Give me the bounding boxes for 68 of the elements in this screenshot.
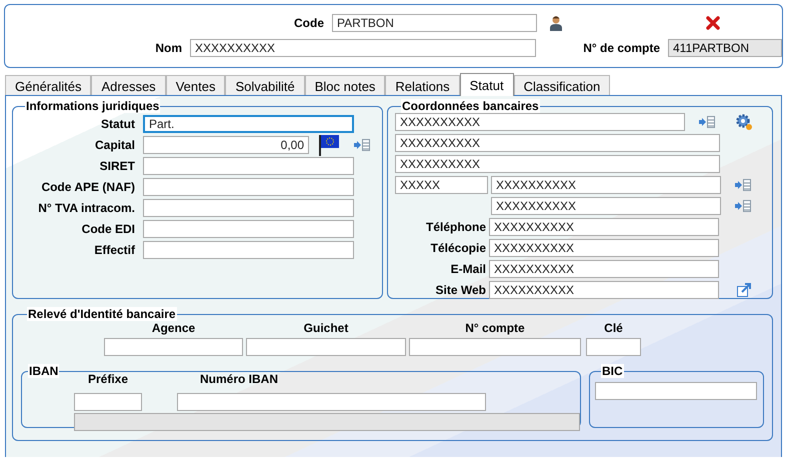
address-field[interactable]: XXXXXXXXXX bbox=[395, 134, 720, 152]
text-field[interactable] bbox=[143, 220, 354, 238]
text-field[interactable] bbox=[143, 157, 354, 175]
arrow-list-icon[interactable] bbox=[734, 178, 752, 192]
account-label: N° de compte bbox=[582, 41, 660, 55]
text-field[interactable]: Part. bbox=[143, 115, 354, 133]
bic-field[interactable] bbox=[595, 382, 757, 400]
contact-field[interactable]: XXXXXXXXXX bbox=[489, 281, 720, 299]
code-field[interactable]: PARTBON bbox=[332, 14, 537, 32]
group-title: Relevé d'Identité bancaire bbox=[27, 307, 177, 321]
tab[interactable]: Ventes bbox=[166, 75, 226, 95]
field-label: Statut bbox=[100, 117, 135, 131]
city-field[interactable]: XXXXXXXXXX bbox=[491, 176, 722, 194]
address-field[interactable]: XXXXXXXXXX bbox=[395, 113, 686, 131]
code-label: Code bbox=[293, 16, 324, 30]
external-link-icon[interactable] bbox=[736, 282, 752, 298]
text-field[interactable] bbox=[143, 178, 354, 196]
column-label: Guichet bbox=[302, 321, 350, 335]
tab[interactable]: Relations bbox=[385, 75, 460, 95]
arrow-list-icon[interactable] bbox=[353, 138, 371, 152]
postcode-field[interactable]: XXXXX bbox=[395, 176, 488, 194]
tab[interactable]: Adresses bbox=[91, 75, 166, 95]
group-title: IBAN bbox=[28, 364, 60, 378]
contact-field[interactable]: XXXXXXXXXX bbox=[489, 218, 720, 236]
tab[interactable]: Solvabilité bbox=[225, 75, 305, 95]
field-label: SIRET bbox=[98, 159, 135, 173]
text-field[interactable] bbox=[143, 241, 354, 259]
close-icon[interactable] bbox=[705, 15, 721, 31]
tab[interactable]: Bloc notes bbox=[304, 75, 386, 95]
column-label: N° compte bbox=[464, 321, 526, 335]
group-title: Informations juridiques bbox=[25, 99, 160, 113]
capital-field[interactable]: 0,00 bbox=[143, 136, 309, 154]
person-icon[interactable] bbox=[549, 15, 563, 31]
field-label: Code EDI bbox=[80, 222, 135, 236]
prefix-field[interactable] bbox=[74, 393, 142, 411]
arrow-list-icon[interactable] bbox=[698, 115, 716, 129]
contact-field[interactable]: XXXXXXXXXX bbox=[489, 239, 720, 257]
bank-code-field[interactable] bbox=[104, 338, 243, 356]
gear-icon[interactable] bbox=[735, 113, 754, 131]
field-label: E-Mail bbox=[450, 262, 486, 276]
iban-field[interactable] bbox=[177, 393, 486, 411]
field-label: Capital bbox=[94, 138, 135, 152]
arrow-list-icon[interactable] bbox=[734, 199, 752, 213]
text-field[interactable] bbox=[143, 199, 354, 217]
field-label: Téléphone bbox=[425, 220, 486, 234]
field-label: N° TVA intracom. bbox=[37, 201, 135, 215]
column-label: Agence bbox=[150, 321, 196, 335]
field-label: Site Web bbox=[434, 283, 486, 297]
tab[interactable]: Classification bbox=[514, 75, 610, 95]
nom-label: Nom bbox=[154, 41, 182, 55]
tab[interactable]: Statut bbox=[460, 73, 514, 96]
flag-icon[interactable] bbox=[318, 134, 340, 156]
iban-number-label: Numéro IBAN bbox=[200, 372, 278, 386]
city-field[interactable]: XXXXXXXXXX bbox=[491, 197, 722, 215]
address-field[interactable]: XXXXXXXXXX bbox=[395, 155, 720, 173]
bank-code-field[interactable] bbox=[409, 338, 581, 356]
field-label: Code APE (NAF) bbox=[40, 180, 135, 194]
group-title: BIC bbox=[601, 364, 624, 378]
column-label: Clé bbox=[603, 321, 624, 335]
prefix-label: Préfixe bbox=[88, 372, 130, 386]
field-label: Effectif bbox=[93, 243, 135, 257]
bank-code-field[interactable] bbox=[586, 338, 641, 356]
bank-code-field[interactable] bbox=[246, 338, 406, 356]
tab[interactable]: Généralités bbox=[5, 75, 92, 95]
field-label: Télécopie bbox=[430, 241, 486, 255]
nom-field[interactable]: XXXXXXXXXX bbox=[190, 39, 536, 57]
contact-field[interactable]: XXXXXXXXXX bbox=[489, 260, 720, 278]
group-title: Coordonnées bancaires bbox=[401, 99, 540, 113]
